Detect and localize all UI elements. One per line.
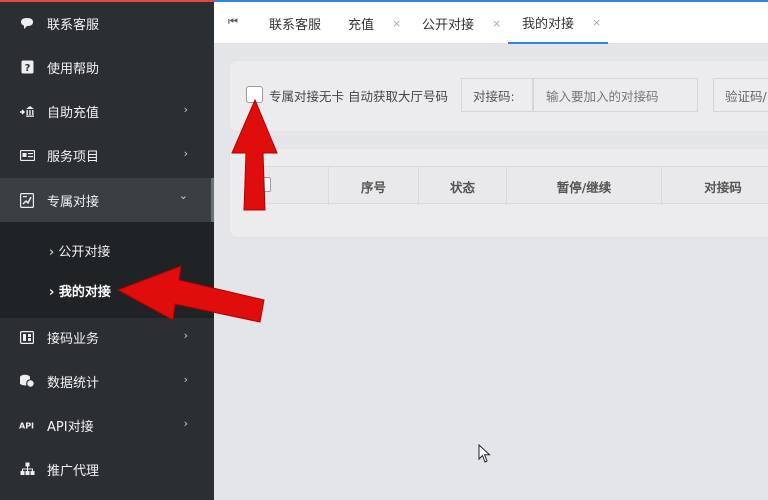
chevron-right-icon: › [183,329,188,342]
link-code-label: 对接码: [473,88,515,104]
link-code-placeholder: 输入要加入的对接码 [546,88,659,104]
link-code-input[interactable]: 输入要加入的对接码 [533,78,698,112]
submenu-chevron-icon: › [49,245,55,260]
api-icon: API [19,417,35,433]
column-header-label: 暂停/继续 [556,179,612,195]
tab-customer-service[interactable]: 联系客服 [269,2,321,44]
svg-text:?: ? [24,63,30,74]
verify-code-placeholder: 验证码/ [725,88,767,104]
sidebar-item-label: API对接 [47,419,94,435]
tab-public-link[interactable]: 公开对接 × [422,2,501,44]
tab-my-link[interactable]: 我的对接 × [508,2,608,44]
tab-recharge[interactable]: 充值 × [348,2,401,44]
column-header-label: 序号 [360,179,386,195]
submenu-chevron-icon: › [49,285,55,300]
exclusive-link-icon [19,192,35,208]
auto-fetch-label: 专属对接无卡 自动获取大厅号码 [269,89,448,104]
sidebar-item-label: 推广代理 [47,463,100,479]
close-icon[interactable]: × [392,17,401,30]
tab-label: 我的对接 [522,16,575,32]
sidebar-item-services[interactable]: 服务项目 › [0,133,214,177]
stats-coins-icon [19,373,35,389]
tab-label: 充值 [348,17,375,33]
org-chart-icon [19,461,35,477]
mouse-cursor-icon [478,444,491,463]
top-accent-bar [0,0,768,2]
sidebar: 联系客服 ? 使用帮助 自助充值 › 服务项目 › 专属对接 ⌄ › 公开对接 … [0,0,214,500]
link-code-label-box: 对接码: [461,78,533,112]
chevron-right-icon: › [183,417,188,430]
column-header-label: 状态 [449,179,475,195]
help-icon: ? [19,59,35,75]
sidebar-item-customer-service[interactable]: 联系客服 [0,1,214,45]
tab-bar: ⏮ 联系客服 充值 × 公开对接 × 我的对接 × [214,2,768,44]
sidebar-item-label: 专属对接 [47,194,100,210]
tab-label: 联系客服 [269,17,322,33]
chevron-down-icon: ⌄ [178,189,188,202]
exclusive-link-submenu: › 公开对接 › 我的对接 [0,222,214,318]
sidebar-item-label: 自助充值 [47,105,100,121]
column-header-pause-resume[interactable]: 暂停/继续 [506,167,661,205]
sidebar-item-label: 联系客服 [47,17,100,33]
verify-code-input[interactable]: 验证码/ [713,78,768,112]
table-header: 序号 状态 暂停/继续 对接码 [244,166,768,205]
column-header-link-code[interactable]: 对接码 [661,167,768,205]
close-icon[interactable]: × [492,17,501,30]
sidebar-item-recharge[interactable]: 自助充值 › [0,89,214,133]
sidebar-item-exclusive-link[interactable]: 专属对接 ⌄ [0,178,214,222]
sidebar-item-label: 服务项目 [47,149,100,165]
close-icon[interactable]: × [592,16,601,29]
sidebar-item-label: 使用帮助 [47,61,100,77]
submenu-item-label: 公开对接 [58,245,111,260]
column-header-label: 对接码 [704,179,742,195]
recharge-icon [19,103,35,119]
select-all-checkbox[interactable] [256,177,271,192]
submenu-item-public-link[interactable]: › 公开对接 [49,241,110,260]
auto-fetch-checkbox[interactable] [246,86,263,103]
tab-scroll-first-icon[interactable]: ⏮ [228,15,238,29]
code-business-icon [19,329,35,345]
column-header-status[interactable]: 状态 [418,167,506,205]
chevron-right-icon: › [183,103,188,116]
sidebar-item-label: 接码业务 [47,331,100,347]
sidebar-item-help[interactable]: ? 使用帮助 [0,45,214,89]
chevron-right-icon: › [183,373,188,386]
column-header-index[interactable]: 序号 [328,167,418,205]
tab-label: 公开对接 [422,17,475,33]
chat-icon [19,15,35,31]
service-card-icon [19,147,35,163]
submenu-item-my-link[interactable]: › 我的对接 [49,281,111,300]
svg-text:API: API [19,422,34,431]
sidebar-item-label: 数据统计 [47,375,100,391]
sidebar-item-promotion[interactable]: 推广代理 [0,447,214,491]
submenu-item-label: 我的对接 [58,285,111,300]
sidebar-item-stats[interactable]: 数据统计 › [0,359,214,403]
sidebar-item-code-business[interactable]: 接码业务 › [0,315,214,359]
sidebar-item-api[interactable]: API API对接 › [0,403,214,447]
chevron-right-icon: › [183,147,188,160]
